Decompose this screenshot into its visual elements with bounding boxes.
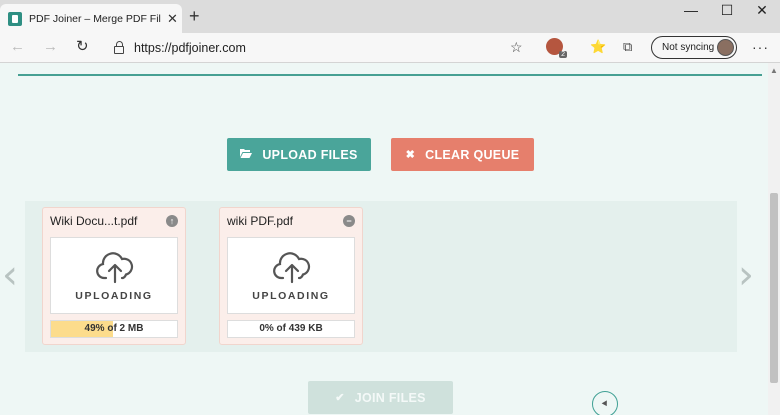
clear-queue-label: CLEAR QUEUE [425,147,520,162]
file-preview: UPLOADING [50,237,178,314]
minimize-button[interactable]: — [681,2,701,18]
join-files-button[interactable]: ✔ JOIN FILES [308,381,453,414]
progress-text: 49% of 2 MB [84,323,144,334]
tab-strip: PDF Joiner – Merge PDF Files Or ✕ + — ☐ … [0,0,780,33]
upload-status: UPLOADING [252,290,330,302]
file-action-icon[interactable]: ↑ [166,215,178,227]
tab-close-icon[interactable]: ✕ [167,12,178,25]
file-preview: UPLOADING [227,237,355,314]
header-divider [18,74,762,76]
file-name: Wiki Docu...t.pdf [50,214,138,228]
progress-bar: 49% of 2 MB [50,320,178,338]
favorite-star-icon[interactable]: ☆ [510,39,523,56]
back-button[interactable]: ← [10,38,25,56]
sync-label: Not syncing [662,42,715,53]
folder-open-icon [240,148,253,161]
tab-title: PDF Joiner – Merge PDF Files Or [29,12,161,25]
close-icon: ✖ [405,149,416,161]
file-card: Wiki Docu...t.pdf ↑ UPLOADING 49% of 2 M… [42,207,186,345]
scrollbar[interactable]: ▲ [768,63,780,415]
scrollbar-thumb[interactable] [770,193,778,383]
pdfjoiner-favicon-icon [8,11,22,26]
profile-sync-button[interactable]: Not syncing [651,36,737,59]
mouse-cursor [592,391,618,415]
extension-icon[interactable] [546,38,568,58]
file-card: wiki PDF.pdf − UPLOADING 0% of 439 KB [219,207,363,345]
url-text[interactable]: https://pdfjoiner.com [134,41,246,55]
new-tab-button[interactable]: + [189,7,200,25]
profile-avatar [717,39,734,56]
close-window-button[interactable]: ✕ [752,2,772,19]
upload-files-button[interactable]: UPLOAD FILES [227,138,371,171]
upload-files-label: UPLOAD FILES [262,147,358,162]
settings-menu-icon[interactable]: ··· [752,39,769,55]
address-bar[interactable]: https://pdfjoiner.com [104,37,534,59]
clear-queue-button[interactable]: ✖ CLEAR QUEUE [391,138,534,171]
scroll-up-icon[interactable]: ▲ [770,66,778,75]
browser-tab[interactable]: PDF Joiner – Merge PDF Files Or ✕ [0,4,182,33]
prev-arrow-icon[interactable]: ‹ [2,255,18,295]
progress-text: 0% of 439 KB [259,323,323,334]
upload-status: UPLOADING [75,290,153,302]
maximize-button[interactable]: ☐ [717,2,737,19]
forward-button[interactable]: → [43,38,58,56]
favorites-icon[interactable]: ⭐ [590,39,606,55]
join-files-label: JOIN FILES [354,390,426,405]
cloud-upload-icon [96,252,134,284]
collections-icon[interactable]: ⧉ [623,39,632,55]
file-name: wiki PDF.pdf [227,214,294,228]
lock-icon [114,40,124,54]
next-arrow-icon[interactable]: › [738,255,754,295]
check-icon: ✔ [335,392,345,404]
progress-bar: 0% of 439 KB [227,320,355,338]
refresh-button[interactable]: ↻ [76,38,89,56]
browser-toolbar: ← → ↻ https://pdfjoiner.com ☆ ⭐ ⧉ Not sy… [0,33,780,63]
cloud-upload-icon [273,252,311,284]
file-remove-icon[interactable]: − [343,215,355,227]
